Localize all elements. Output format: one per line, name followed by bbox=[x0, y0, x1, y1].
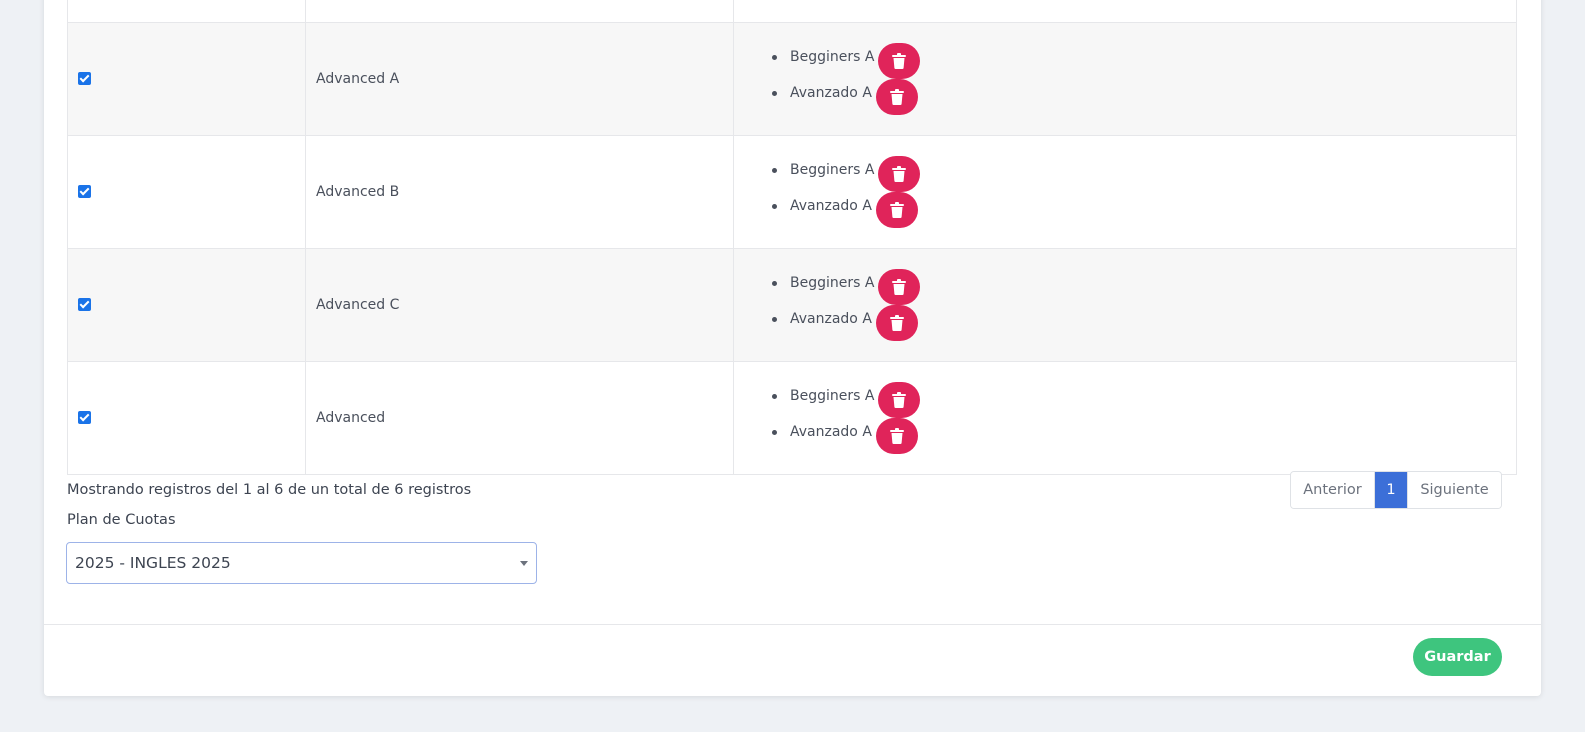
trash-icon bbox=[892, 165, 907, 182]
trash-icon bbox=[889, 201, 904, 218]
row-checkbox[interactable] bbox=[78, 72, 91, 85]
course-name: Advanced C bbox=[305, 247, 734, 362]
course-name: Advanced bbox=[305, 360, 734, 475]
group-list: Begginers A Avanzado A bbox=[772, 268, 1516, 341]
course-name: Advanced A bbox=[305, 21, 734, 136]
trash-icon bbox=[889, 427, 904, 444]
group-name: Begginers A bbox=[790, 388, 875, 404]
table-row: Advanced Begginers A Avanzado A bbox=[67, 360, 1517, 475]
list-item: Avanzado A bbox=[772, 304, 1516, 341]
pagination-prev-button[interactable]: Anterior bbox=[1291, 472, 1375, 508]
group-name: Avanzado A bbox=[790, 85, 872, 101]
list-item: Begginers A bbox=[772, 268, 1516, 305]
table-row: Advanced B Begginers A Avanzado A bbox=[67, 134, 1517, 249]
delete-group-button[interactable] bbox=[875, 191, 918, 228]
list-item: Avanzado A bbox=[772, 78, 1516, 115]
group-name: Avanzado A bbox=[790, 198, 872, 214]
course-name: Advanced B bbox=[305, 134, 734, 249]
list-item: Begginers A bbox=[772, 381, 1516, 418]
row-checkbox[interactable] bbox=[78, 411, 91, 424]
table-info: Mostrando registros del 1 al 6 de un tot… bbox=[67, 482, 472, 498]
caret-down-icon bbox=[520, 561, 528, 566]
delete-group-button[interactable] bbox=[878, 42, 921, 79]
group-list: Begginers A Avanzado A bbox=[772, 155, 1516, 228]
group-name: Avanzado A bbox=[790, 311, 872, 327]
list-item: Avanzado A bbox=[772, 417, 1516, 454]
delete-group-button[interactable] bbox=[878, 268, 921, 305]
courses-table: Advanced A Begginers A Avanzado A Advanc… bbox=[67, 0, 1517, 475]
table-row: Advanced C Begginers A Avanzado A bbox=[67, 247, 1517, 362]
plan-label: Plan de Cuotas bbox=[67, 512, 176, 528]
group-name: Begginers A bbox=[790, 49, 875, 65]
group-list: Begginers A Avanzado A bbox=[772, 381, 1516, 454]
table-row: Advanced A Begginers A Avanzado A bbox=[67, 21, 1517, 136]
footer-divider bbox=[44, 624, 1541, 625]
trash-icon bbox=[892, 278, 907, 295]
delete-group-button[interactable] bbox=[878, 155, 921, 192]
pagination-next-button[interactable]: Siguiente bbox=[1407, 472, 1501, 508]
row-checkbox[interactable] bbox=[78, 185, 91, 198]
delete-group-button[interactable] bbox=[875, 304, 918, 341]
trash-icon bbox=[892, 52, 907, 69]
group-list: Begginers A Avanzado A bbox=[772, 42, 1516, 115]
plan-select[interactable]: 2025 - INGLES 2025 bbox=[66, 542, 537, 584]
save-button[interactable]: Guardar bbox=[1413, 638, 1502, 676]
trash-icon bbox=[889, 88, 904, 105]
trash-icon bbox=[892, 391, 907, 408]
form-card: Advanced A Begginers A Avanzado A Advanc… bbox=[44, 0, 1541, 696]
group-name: Avanzado A bbox=[790, 424, 872, 440]
plan-selected-value: 2025 - INGLES 2025 bbox=[75, 554, 231, 572]
list-item: Begginers A bbox=[772, 155, 1516, 192]
delete-group-button[interactable] bbox=[878, 381, 921, 418]
delete-group-button[interactable] bbox=[875, 417, 918, 454]
pagination-page-1[interactable]: 1 bbox=[1375, 472, 1407, 508]
group-name: Begginers A bbox=[790, 275, 875, 291]
group-name: Begginers A bbox=[790, 162, 875, 178]
pagination: Anterior 1 Siguiente bbox=[1290, 471, 1502, 509]
trash-icon bbox=[889, 314, 904, 331]
list-item: Begginers A bbox=[772, 42, 1516, 79]
list-item: Avanzado A bbox=[772, 191, 1516, 228]
table-row-partial bbox=[67, 0, 1517, 23]
row-checkbox[interactable] bbox=[78, 298, 91, 311]
delete-group-button[interactable] bbox=[875, 78, 918, 115]
